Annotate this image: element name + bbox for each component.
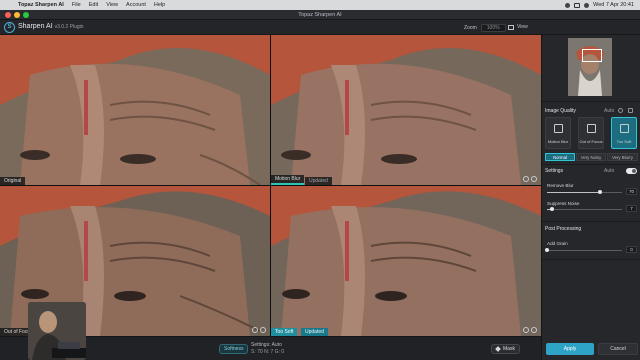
navigator-viewport-box[interactable] [582,49,602,62]
app-name-text: Sharpen AI [18,23,53,30]
menu-view[interactable]: View [102,0,122,10]
level-very-blurry[interactable]: Very Blurry [607,153,638,161]
battery-icon[interactable] [574,2,581,8]
divider [542,101,640,102]
portrait-image [271,35,541,185]
settings-panel: Image Quality Auto Motion Blur Out of Fo… [541,35,640,360]
divider [542,164,640,165]
navigator-image [568,38,612,96]
sharpen-logo-icon: S [4,22,15,33]
app-header: S Sharpen AI v3.0.2 Plugin Zoom 100% View [0,20,640,35]
preview-pane-motion-blur[interactable]: Motion Blur Updated [271,35,541,185]
toggle-icon[interactable] [628,108,633,113]
menu-file[interactable]: File [68,0,85,10]
app-version: v3.0.2 Plugin [54,24,84,30]
preview-pane-original[interactable]: Original [0,35,270,185]
preview-pane-too-soft[interactable]: Too Soft Updated [271,186,541,336]
mask-button[interactable]: Mask [491,344,520,354]
pane-label-original: Original [0,177,26,185]
menu-help[interactable]: Help [150,0,169,10]
motion-blur-icon [554,124,563,133]
portrait-image [271,186,541,336]
add-grain-label: Add Grain [547,241,568,246]
info-icon[interactable] [531,176,537,182]
settings-auto-toggle[interactable] [626,168,637,174]
pane-label-motion-blur[interactable]: Motion Blur [271,175,305,185]
remove-blur-label: Remove Blur [547,183,574,188]
info-icon[interactable] [531,327,537,333]
window-title: Topaz Sharpen AI [298,12,342,18]
view-label: View [517,24,528,30]
toggle-knob [632,169,636,173]
mask-label: Mask [503,346,515,352]
pane-label-too-soft[interactable]: Too Soft [271,328,298,336]
level-very-noisy[interactable]: Very Noisy [576,153,606,161]
settings-title: Settings [545,168,564,174]
divider [542,259,640,260]
portrait-image [0,35,270,185]
view-grid-icon [508,24,514,30]
add-grain-handle[interactable] [545,248,549,252]
out-of-focus-icon [587,124,596,133]
suppress-noise-label: Suppress Noise [547,201,580,206]
suppress-noise-value[interactable]: 7 [626,205,637,212]
softness-button[interactable]: Softness [219,344,249,354]
settings-summary-title: Settings: Auto [251,342,282,348]
compare-icon[interactable] [252,327,258,333]
settings-summary-values: S: 70 N: 7 G: 0 [251,349,285,355]
divider [542,221,640,222]
info-icon[interactable] [260,327,266,333]
info-icon[interactable] [618,108,623,113]
window-titlebar[interactable]: Topaz Sharpen AI [0,10,640,20]
menu-app[interactable]: Topaz Sharpen AI [14,0,68,10]
image-quality-auto-label: Auto [604,108,615,114]
pane-actions [523,176,537,182]
apply-button[interactable]: Apply [546,343,594,355]
compare-icon[interactable] [523,176,529,182]
too-soft-icon [620,124,629,133]
pane-actions [523,327,537,333]
presenter-image [28,302,86,360]
mode-label: Out of Focus [579,139,603,144]
zoom-dropdown[interactable]: 100% [480,24,506,32]
mode-label: Motion Blur [547,139,569,144]
mode-label: Too Soft [616,139,632,144]
remove-blur-handle[interactable] [597,190,602,194]
mode-motion-blur[interactable]: Motion Blur [545,117,571,149]
pane-status-too-soft: Updated [301,328,328,336]
webcam-overlay [28,302,86,360]
menu-account[interactable]: Account [122,0,150,10]
search-icon[interactable] [584,2,590,8]
cancel-button[interactable]: Cancel [598,343,638,355]
add-grain-value[interactable]: 0 [626,246,637,253]
mode-out-of-focus[interactable]: Out of Focus [578,117,604,149]
pane-status-motion-blur: Updated [305,177,332,185]
menu-bar: Topaz Sharpen AI File Edit View Account … [0,0,640,10]
menu-edit[interactable]: Edit [85,0,102,10]
settings-auto-label: Auto [604,168,615,174]
remove-blur-fill [547,192,600,193]
view-control[interactable]: View [508,24,528,30]
remove-blur-value[interactable]: 70 [626,188,637,195]
image-comparison-area: Original Motion Blur Updated Out of Focu… [0,35,541,336]
menu-clock[interactable]: Wed 7 Apr 20:41 [593,2,634,8]
compare-icon[interactable] [523,327,529,333]
zoom-control: Zoom 100% [464,24,506,32]
zoom-label: Zoom [464,25,477,31]
suppress-noise-handle[interactable] [550,207,555,211]
navigator-thumbnail[interactable] [568,38,612,96]
pane-actions [252,327,266,333]
image-quality-title: Image Quality [545,108,576,114]
mode-too-soft[interactable]: Too Soft [611,117,637,149]
add-grain-track[interactable] [547,250,622,251]
app-name: Sharpen AI v3.0.2 Plugin [18,23,84,30]
suppress-noise-track[interactable] [547,209,622,210]
level-normal[interactable]: Normal [545,153,575,161]
menu-tray: Wed 7 Apr 20:41 [565,2,640,8]
brush-icon [495,346,501,352]
wifi-icon[interactable] [565,2,571,8]
post-processing-title: Post Processing [545,226,582,232]
